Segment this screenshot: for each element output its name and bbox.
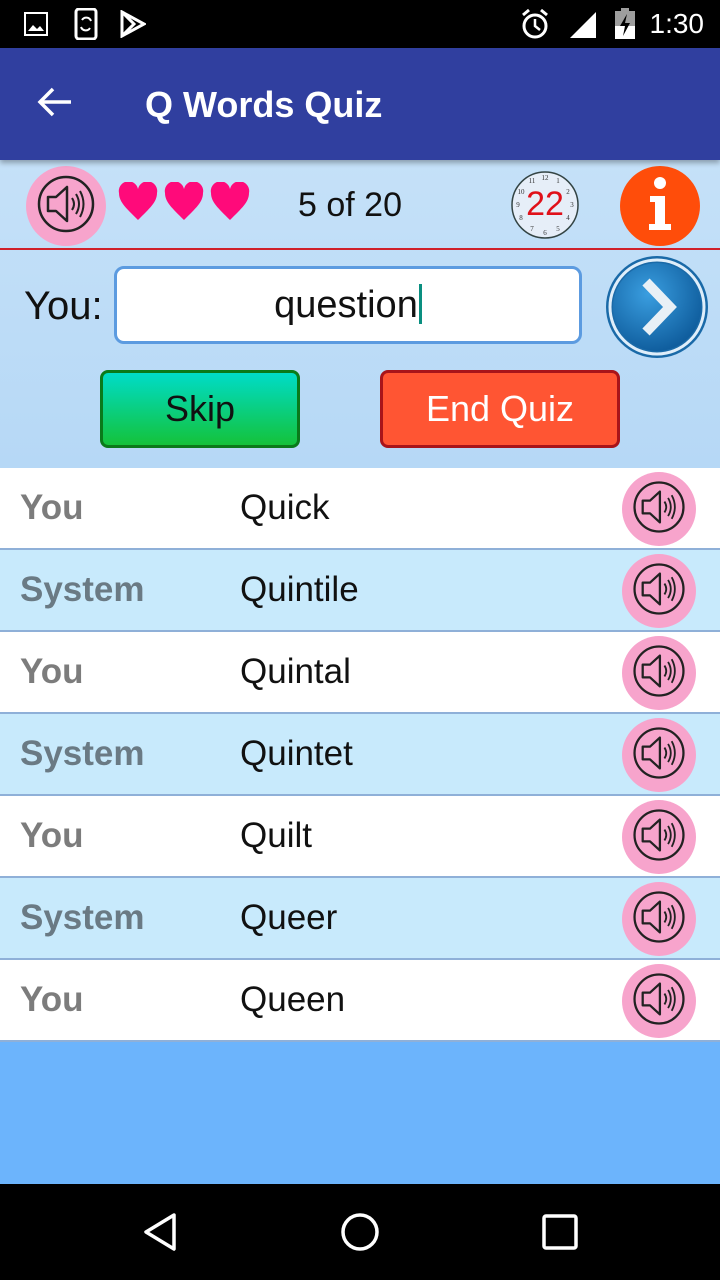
svg-text:11: 11	[529, 177, 536, 185]
end-quiz-button[interactable]: End Quiz	[380, 370, 620, 448]
history-row: You Quintal	[0, 632, 720, 714]
play-word-sound-button[interactable]	[622, 800, 696, 874]
gallery-icon	[24, 12, 48, 41]
clock-icon: 12 1 2 3 4 5 6 7 8 9 10 11	[510, 171, 580, 244]
speaker-icon	[630, 560, 688, 623]
history-row: You Queen	[0, 960, 720, 1042]
answer-label: You:	[24, 284, 103, 328]
speaker-icon	[630, 970, 688, 1033]
speaker-label: You	[20, 816, 84, 855]
speaker-label: System	[20, 734, 145, 773]
heart-icon	[164, 181, 204, 222]
heart-icon	[210, 181, 250, 222]
play-word-sound-button[interactable]	[622, 718, 696, 792]
submit-answer-button[interactable]	[604, 254, 710, 360]
word-text: Quintal	[240, 652, 351, 691]
word-text: Quilt	[240, 816, 312, 855]
countdown-timer: 12 1 2 3 4 5 6 7 8 9 10 11 22	[510, 170, 580, 240]
arrow-left-icon	[37, 86, 73, 123]
svg-text:7: 7	[530, 225, 534, 233]
signal-icon	[568, 10, 598, 45]
speaker-icon	[34, 172, 98, 241]
speaker-label: You	[20, 980, 84, 1019]
speaker-label: System	[20, 570, 145, 609]
quiz-content: 5 of 20 12 1 2 3 4 5 6 7 8 9 10 11 22 You:	[0, 160, 720, 1184]
navigation-bar	[0, 1184, 720, 1280]
speaker-icon	[630, 478, 688, 541]
nav-recents-button[interactable]	[538, 1212, 582, 1256]
play-word-sound-button[interactable]	[622, 964, 696, 1038]
speaker-icon	[630, 888, 688, 951]
speaker-icon	[630, 724, 688, 787]
info-button[interactable]	[620, 166, 700, 246]
nav-back-button[interactable]	[138, 1212, 182, 1256]
play-word-sound-button[interactable]	[622, 554, 696, 628]
play-sound-button[interactable]	[26, 166, 106, 246]
word-text: Queer	[240, 898, 338, 937]
history-row: You Quick	[0, 468, 720, 550]
triangle-back-icon	[142, 1212, 178, 1257]
heart-icon	[118, 181, 158, 222]
svg-text:1: 1	[556, 177, 560, 185]
status-bar: 1:30	[0, 0, 720, 48]
answer-history-list[interactable]: SystemQuickenYouQuickSystemQuintileYouQu…	[0, 386, 720, 1042]
play-word-sound-button[interactable]	[622, 472, 696, 546]
speaker-label: You	[20, 652, 84, 691]
play-word-sound-button[interactable]	[622, 882, 696, 956]
status-time: 1:30	[649, 8, 705, 39]
alarm-icon	[520, 8, 550, 45]
speaker-icon	[630, 642, 688, 705]
phone-sync-icon	[74, 7, 98, 45]
timer-value: 22	[526, 185, 564, 223]
app-bar: Q Words Quiz	[0, 48, 720, 160]
chevron-right-icon	[604, 256, 710, 364]
history-row: System Quintet	[0, 714, 720, 796]
info-icon	[640, 174, 680, 239]
history-row: You Quilt	[0, 796, 720, 878]
circle-home-icon	[340, 1212, 380, 1257]
svg-text:6: 6	[543, 229, 547, 237]
speaker-label: You	[20, 488, 84, 527]
nav-home-button[interactable]	[338, 1212, 382, 1256]
question-progress: 5 of 20	[298, 186, 402, 224]
square-recents-icon	[542, 1213, 578, 1255]
history-row: System Quintile	[0, 550, 720, 632]
answer-input[interactable]	[114, 266, 582, 344]
svg-text:12: 12	[542, 174, 550, 182]
score-row: 5 of 20 12 1 2 3 4 5 6 7 8 9 10 11 22	[0, 160, 720, 250]
word-text: Quintile	[240, 570, 359, 609]
lives-hearts	[118, 181, 250, 222]
play-word-sound-button[interactable]	[622, 636, 696, 710]
speaker-icon	[630, 806, 688, 869]
play-store-icon	[120, 9, 148, 43]
svg-text:5: 5	[556, 225, 560, 233]
word-text: Quintet	[240, 734, 353, 773]
battery-charging-icon	[614, 8, 636, 45]
speaker-label: System	[20, 898, 145, 937]
back-button[interactable]	[30, 82, 80, 126]
page-title: Q Words Quiz	[145, 84, 383, 125]
skip-button[interactable]: Skip	[100, 370, 300, 448]
word-text: Quick	[240, 488, 330, 527]
quiz-control-panel: 5 of 20 12 1 2 3 4 5 6 7 8 9 10 11 22 You:	[0, 160, 720, 468]
word-text: Queen	[240, 980, 346, 1019]
history-row: System Queer	[0, 878, 720, 960]
